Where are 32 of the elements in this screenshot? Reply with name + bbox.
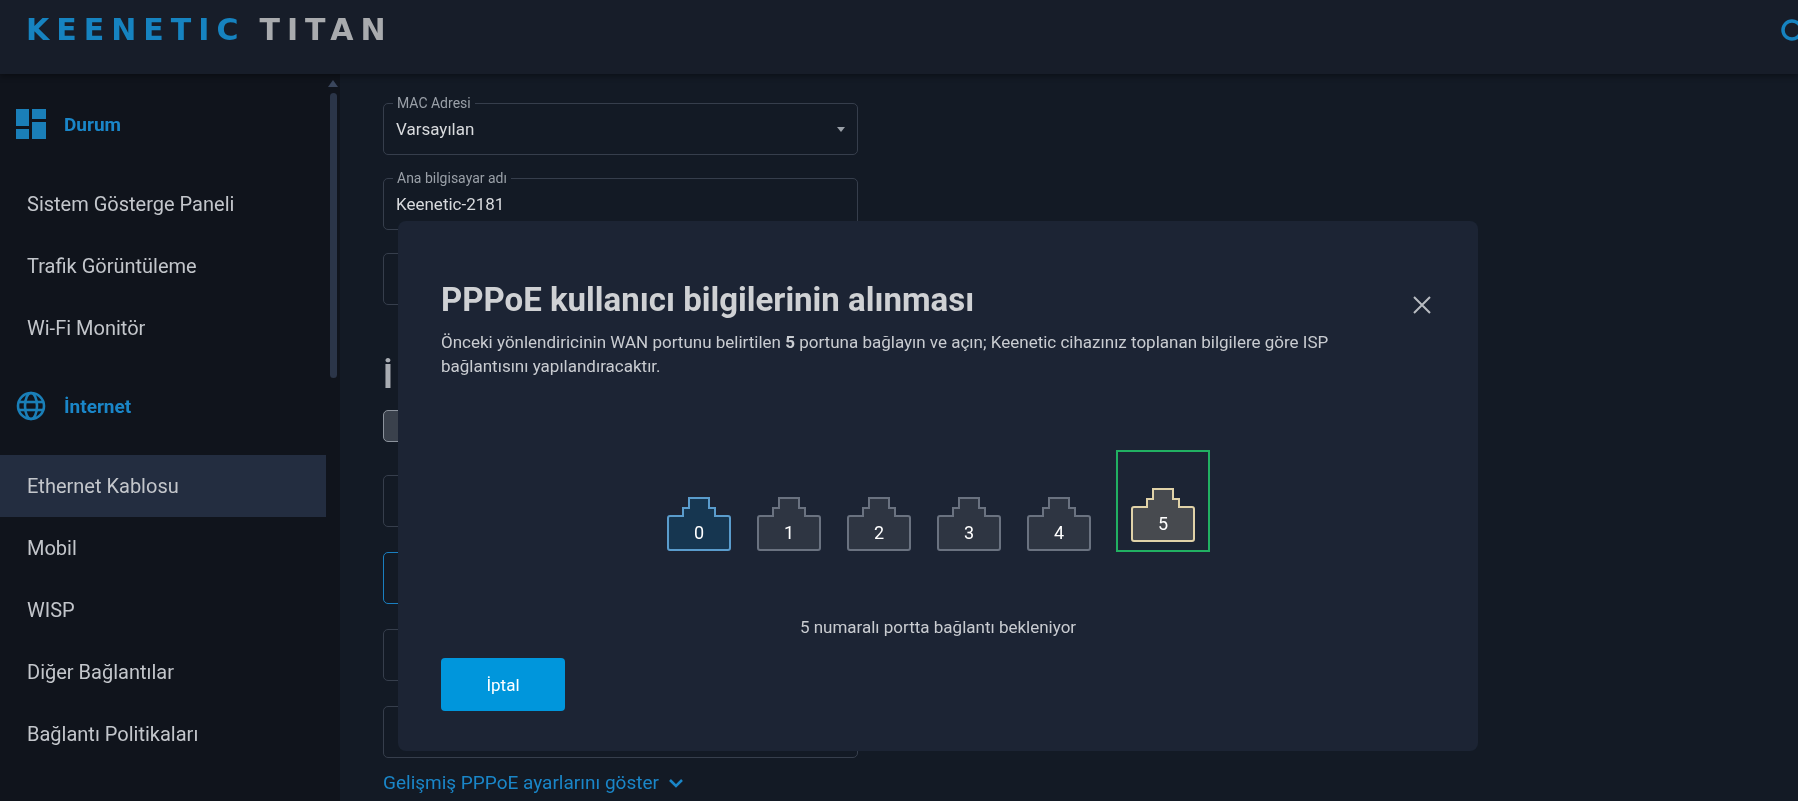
ethernet-port: 0 — [666, 496, 732, 552]
status-message: 5 numaralı portta bağlantı bekleniyor — [799, 616, 1077, 638]
sidebar-item[interactable]: Trafik Görüntüleme — [0, 235, 326, 297]
ethernet-port: 2 — [846, 496, 912, 552]
ethernet-port: 5 — [1130, 487, 1196, 543]
dashboard-icon — [16, 109, 46, 139]
field-value: Keenetic-2181 — [396, 194, 505, 214]
dialog-title: PPPoE kullanıcı bilgilerinin alınması — [441, 280, 975, 320]
ethernet-port: 4 — [1026, 496, 1092, 552]
scrollbar-thumb[interactable] — [329, 93, 337, 378]
section-title[interactable]: İnternet — [64, 394, 132, 418]
sidebar-item[interactable]: Ethernet Kablosu — [0, 455, 326, 517]
ethernet-port: 3 — [936, 496, 1002, 552]
ethernet-port: 1 — [756, 496, 822, 552]
globe-icon — [16, 391, 46, 421]
advanced-settings-link[interactable]: Gelişmiş PPPoE ayarlarını göster — [383, 771, 683, 795]
logo-text: KEENETIC — [26, 12, 246, 47]
logo-text: TITAN — [259, 12, 393, 47]
dialog-description: Önceki yönlendiricinin WAN portunu belirtilen 5 portuna bağlayın ve açın; Keenetic cihazınız toplanan bilgilere göre ISP bağlantısını yapılandıracaktır. — [441, 331, 1330, 378]
sidebar-item[interactable]: Mobil — [0, 517, 326, 579]
sidebar-item[interactable]: Diğer Bağlantılar — [0, 641, 326, 703]
close-icon[interactable] — [1413, 296, 1431, 314]
caret-icon — [837, 127, 845, 132]
section-title[interactable]: Durum — [64, 112, 122, 136]
chevron-down-icon — [668, 778, 683, 788]
sidebar-item[interactable]: Sistem Gösterge Paneli — [0, 173, 326, 235]
sidebar-item[interactable]: WISP — [0, 579, 326, 641]
field-value: Varsayılan — [396, 119, 475, 139]
section-heading: İ — [383, 356, 393, 396]
sidebar-item[interactable]: Wi-Fi Monitör — [0, 297, 326, 359]
sidebar-item[interactable]: Bağlantı Politikaları — [0, 703, 326, 765]
field-label: Ana bilgisayar adı — [393, 169, 511, 187]
